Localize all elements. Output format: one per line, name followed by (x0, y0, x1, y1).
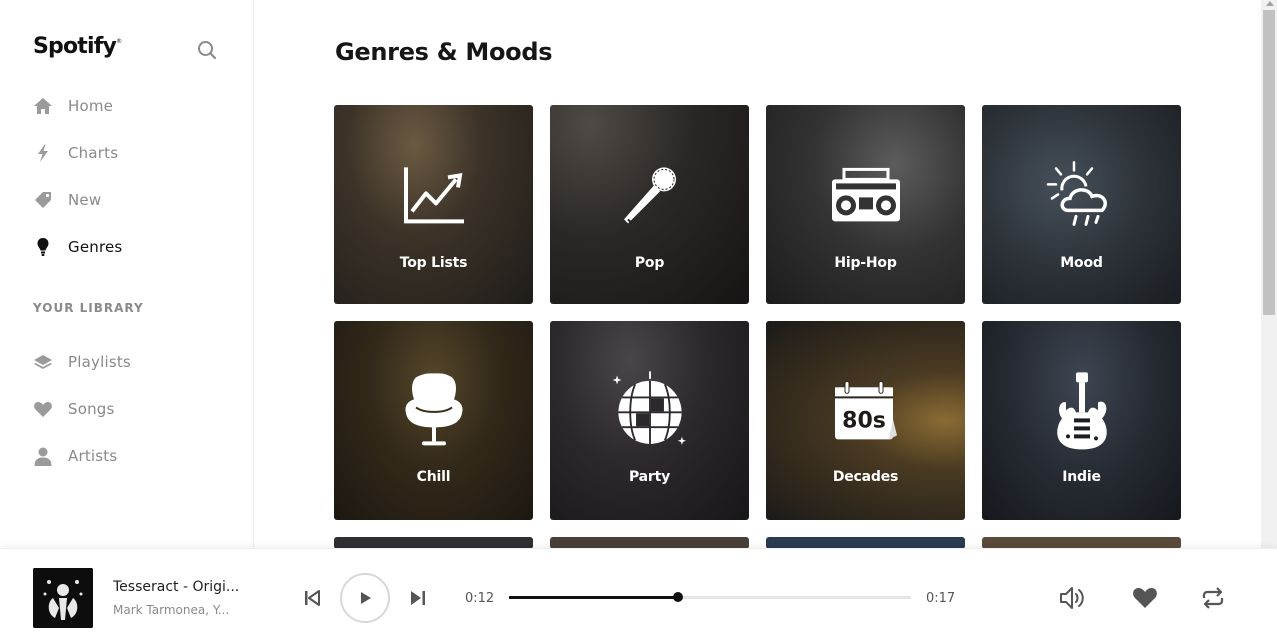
genre-tile-decades[interactable]: 80s Decades (766, 321, 965, 520)
genre-grid: Top Lists Pop Hip-Hop Mood Chill Party 8… (334, 105, 1181, 548)
genre-tile-chill[interactable]: Chill (334, 321, 533, 520)
library-section-label: YOUR LIBRARY (33, 301, 144, 315)
nav-item-label: Genres (68, 237, 123, 256)
repeat-button[interactable] (1200, 585, 1226, 611)
time-total: 0:17 (926, 591, 956, 606)
time-elapsed: 0:12 (465, 591, 495, 606)
calendar-80s-text: 80s (842, 408, 886, 433)
genre-tile-label: Hip-Hop (834, 255, 897, 271)
electric-guitar-icon (1042, 371, 1122, 451)
play-icon (361, 592, 371, 604)
scrollbar-thumb[interactable] (1263, 10, 1275, 315)
genre-tile-label: Decades (832, 469, 899, 485)
heart-icon (1133, 588, 1157, 608)
play-button[interactable] (340, 573, 390, 623)
volume-icon (1060, 587, 1084, 609)
nav-item-home[interactable]: Home (0, 82, 253, 129)
chart-trend-icon (394, 155, 474, 235)
nav-item-charts[interactable]: Charts (0, 129, 253, 176)
calendar-80s-icon: 80s (826, 371, 906, 451)
volume-button[interactable] (1058, 585, 1088, 611)
genre-tile-label: Pop (634, 255, 665, 271)
skip-next-icon (411, 591, 425, 605)
tag-icon (33, 190, 53, 210)
sidebar: Spotify® Home Charts New Genres YOUR LIB… (0, 0, 254, 548)
heart-icon (33, 399, 53, 419)
microphone-icon (610, 155, 690, 235)
home-icon (33, 96, 53, 116)
genre-tile-label: Indie (1062, 469, 1101, 485)
progress-bar[interactable] (509, 592, 911, 602)
egg-chair-icon (394, 371, 474, 451)
genre-tile-mood[interactable]: Mood (982, 105, 1181, 304)
player-bar: Tesseract - Origi... Mark Tarmonea, Y...… (0, 548, 1277, 644)
spotify-logo[interactable]: Spotify® (33, 34, 122, 59)
genre-tile-hip-hop[interactable]: Hip-Hop (766, 105, 965, 304)
page-title: Genres & Moods (335, 38, 553, 66)
nav-item-label: Charts (68, 143, 119, 162)
like-button[interactable] (1132, 585, 1158, 611)
user-icon (33, 446, 53, 466)
lightbulb-icon (33, 237, 53, 257)
main-nav: Home Charts New Genres (0, 82, 253, 270)
bolt-icon (33, 143, 53, 163)
search-icon (198, 41, 217, 60)
layers-icon (33, 352, 53, 372)
nav-item-label: Home (68, 96, 114, 115)
nav-item-playlists[interactable]: Playlists (0, 338, 253, 385)
genre-tile-partial[interactable] (982, 537, 1181, 548)
genre-tile-top-lists[interactable]: Top Lists (334, 105, 533, 304)
app-window: Spotify® Home Charts New Genres YOUR LIB… (0, 0, 1277, 644)
genre-tile-label: Top Lists (399, 255, 468, 271)
nav-item-new[interactable]: New (0, 176, 253, 223)
genre-tile-partial[interactable] (550, 537, 749, 548)
progress-knob[interactable] (672, 592, 683, 602)
boombox-icon (826, 155, 906, 235)
disco-ball-icon (610, 370, 690, 451)
nav-item-artists[interactable]: Artists (0, 432, 253, 479)
genre-tile-partial[interactable] (334, 537, 533, 548)
library-nav: Playlists Songs Artists (0, 338, 253, 479)
genre-tile-label: Chill (416, 469, 451, 485)
repeat-icon (1202, 587, 1224, 609)
nav-item-genres[interactable]: Genres (0, 223, 253, 270)
nav-item-songs[interactable]: Songs (0, 385, 253, 432)
main-content: Genres & Moods Top Lists Pop Hip-Hop Moo… (254, 0, 1261, 548)
progress-fill (509, 596, 678, 599)
search-button[interactable] (196, 39, 218, 61)
sun-cloud-rain-icon (1042, 155, 1122, 235)
track-artist[interactable]: Mark Tarmonea, Y... (113, 603, 243, 617)
album-cover[interactable] (33, 568, 93, 628)
scroll-up-arrow-icon[interactable] (1266, 1, 1274, 6)
nav-item-label: Playlists (68, 352, 131, 371)
nav-item-label: Artists (68, 446, 118, 465)
genre-tile-label: Party (628, 469, 671, 485)
previous-button[interactable] (301, 587, 323, 609)
track-title[interactable]: Tesseract - Origi... (113, 579, 243, 595)
genre-tile-indie[interactable]: Indie (982, 321, 1181, 520)
genre-tile-partial[interactable] (766, 537, 965, 548)
next-button[interactable] (407, 587, 429, 609)
nav-item-label: New (68, 190, 102, 209)
genre-tile-party[interactable]: Party (550, 321, 749, 520)
genre-tile-label: Mood (1060, 255, 1103, 271)
skip-previous-icon (305, 590, 320, 606)
genre-tile-pop[interactable]: Pop (550, 105, 749, 304)
nav-item-label: Songs (68, 399, 115, 418)
